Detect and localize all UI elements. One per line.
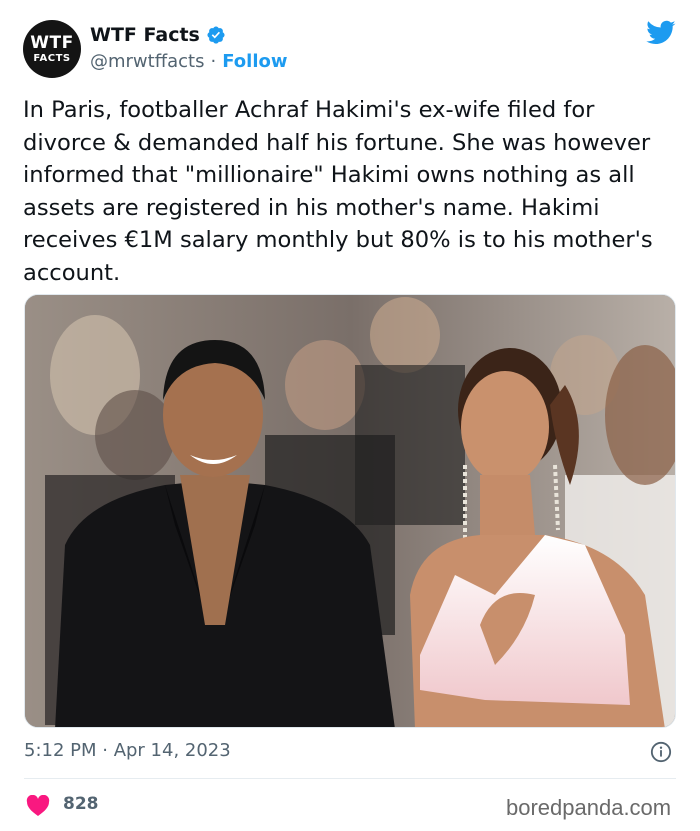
photo-illustration <box>25 295 675 727</box>
twitter-bird-icon[interactable] <box>646 20 676 46</box>
heart-icon[interactable] <box>26 795 50 816</box>
watermark: boredpanda.com <box>506 795 672 820</box>
divider <box>24 778 676 779</box>
follow-button[interactable]: Follow <box>222 51 287 72</box>
info-icon[interactable] <box>650 741 672 763</box>
tweet-text: In Paris, footballer Achraf Hakimi's ex-… <box>23 97 653 286</box>
handle-row: @mrwtffacts · Follow <box>90 51 288 72</box>
avatar-text-wtf: WTF <box>30 32 74 53</box>
verified-badge-icon <box>207 26 225 44</box>
tweet-photo[interactable] <box>24 294 676 728</box>
like-count[interactable]: 828 <box>63 794 99 814</box>
display-name[interactable]: WTF Facts <box>90 24 200 46</box>
handle[interactable]: @mrwtffacts <box>90 51 204 72</box>
tweet-card: WTF FACTS WTF Facts @mrwtffacts · Follow… <box>0 0 700 831</box>
tweet-timestamp[interactable]: 5:12 PM · Apr 14, 2023 <box>24 740 231 761</box>
avatar[interactable]: WTF FACTS <box>23 20 81 78</box>
separator: · <box>210 51 217 72</box>
avatar-text-facts: FACTS <box>33 52 71 64</box>
name-row: WTF Facts <box>90 24 226 46</box>
